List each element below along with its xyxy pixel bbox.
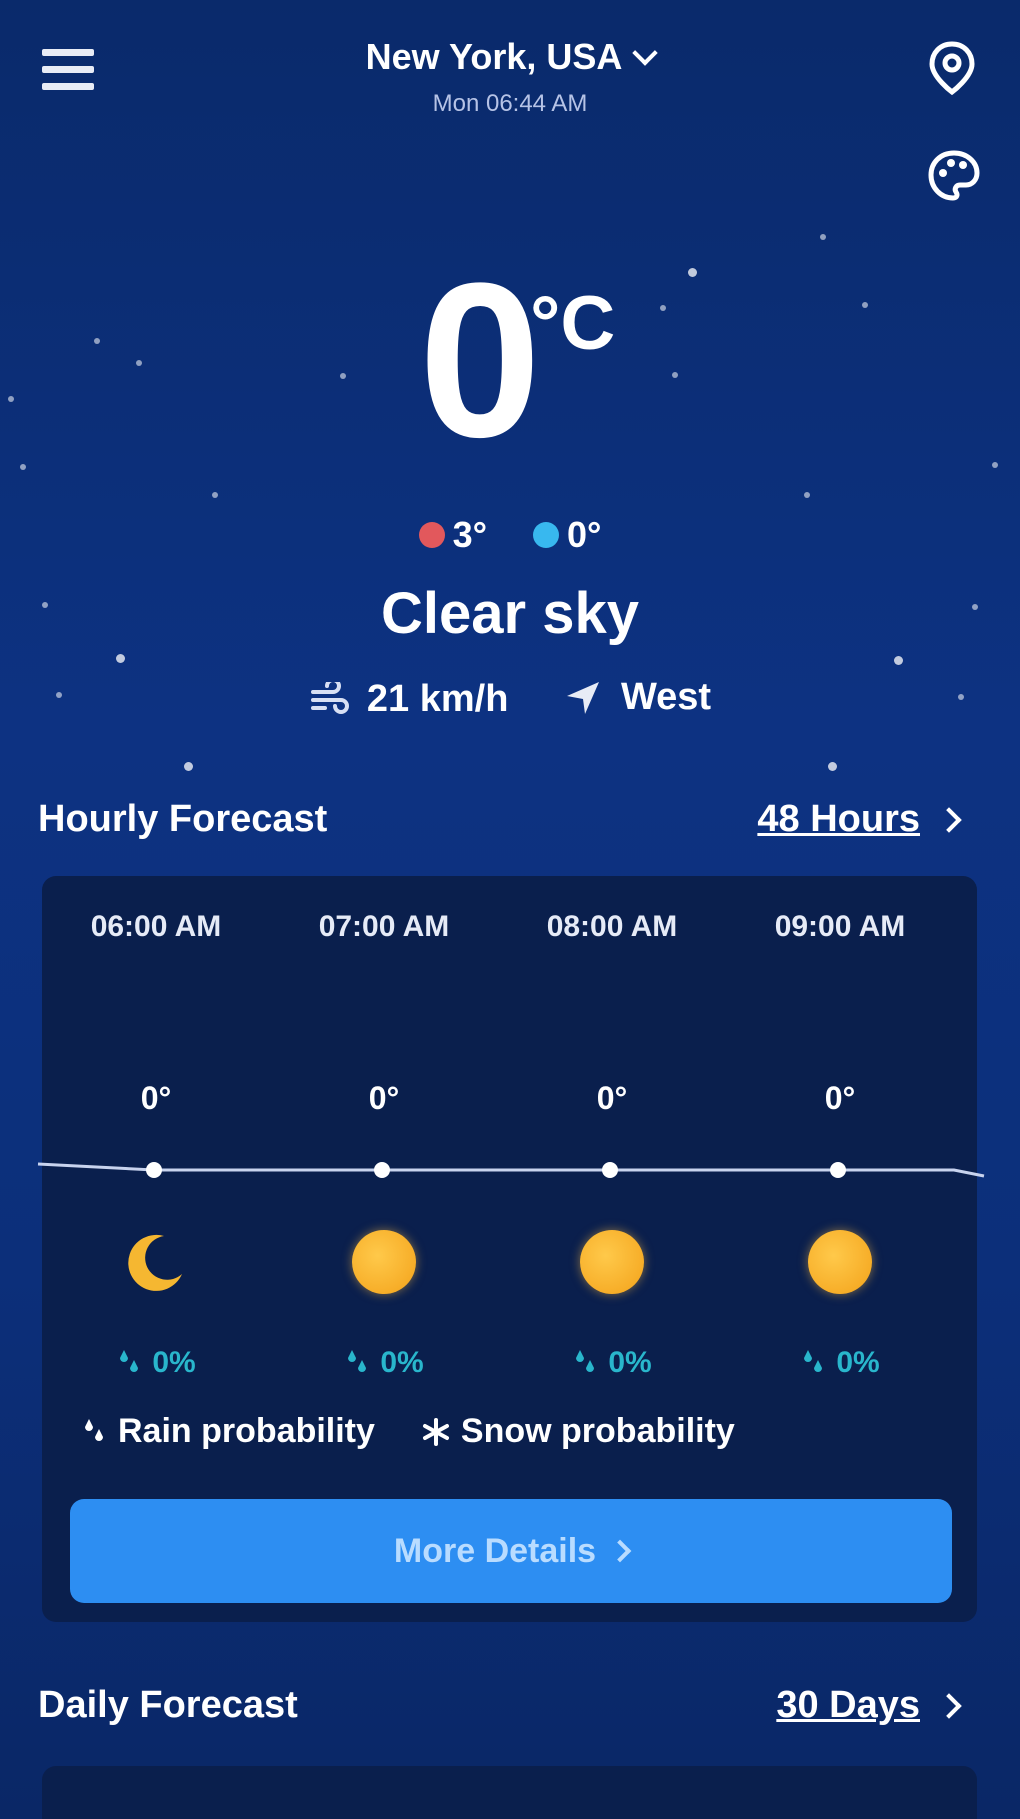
hourly-temperature-line [37,1162,985,1178]
raindrops-icon [576,1350,595,1372]
temperature-unit: °C [530,281,616,366]
wind-speed: 21 km/h [309,678,509,721]
wind-speed-value: 21 km/h [366,678,509,720]
hour-temp: 0° [596,1080,628,1116]
star-decoration [820,234,826,240]
raindrops-icon [85,1418,103,1441]
weather-screen: New York, USA Mon 06:44 AM 0 °C 3° 0° Cl… [0,0,1020,1819]
star-decoration [828,762,837,771]
sun-icon [808,1230,872,1294]
high-low-row: 3° 0° [0,514,1020,557]
city-selector[interactable]: New York, USA [365,36,659,78]
location-pin-icon [929,41,975,96]
hourly-48-hours-link[interactable]: 48 Hours [757,798,962,841]
daily-forecast-title: Daily Forecast [38,1684,298,1726]
hour-time: 06:00 AM [90,910,222,943]
city-name: New York, USA [365,36,623,77]
precip-legend: Rain probability Snow probability [80,1412,735,1451]
hour-time: 07:00 AM [318,910,450,943]
star-decoration [894,656,903,665]
hour-precip: 0% [42,1346,270,1380]
snowflake-icon [422,1417,449,1446]
star-decoration [212,492,218,498]
wind-direction-value: West [620,676,712,718]
local-time: Mon 06:44 AM [432,90,588,117]
temp-point [830,1162,846,1178]
navigation-arrow-icon [566,681,599,714]
hourly-link-label: 48 Hours [757,798,920,840]
star-decoration [804,492,810,498]
high-temp-icon [418,522,445,548]
wind-icon [310,681,349,714]
hour-precip: 0% [498,1346,726,1380]
sun-icon [352,1230,416,1294]
hour-time: 08:00 AM [546,910,678,943]
hour-temp: 0° [824,1080,856,1116]
hourly-forecast-card: 06:00 AM 0° 0% 07:00 AM 0° 0% 08:00 AM 0… [42,876,977,1622]
star-decoration [184,762,193,771]
daily-30-days-link[interactable]: 30 Days [776,1684,962,1727]
snow-legend: Snow probability [421,1412,735,1451]
hour-precip-value: 0% [380,1346,424,1379]
hour-precip: 0% [270,1346,498,1380]
raindrops-icon [804,1350,823,1372]
hour-precip-value: 0% [608,1346,652,1379]
low-temp: 0° [533,514,601,556]
raindrops-icon [120,1350,139,1372]
hour-time: 09:00 AM [774,910,906,943]
daily-link-label: 30 Days [776,1684,920,1726]
weather-condition: Clear sky [381,581,639,646]
location-header: New York, USA Mon 06:44 AM [0,36,1020,118]
moon-icon [124,1230,188,1294]
sun-icon [580,1230,644,1294]
daily-forecast-card [42,1766,977,1819]
temp-point [374,1162,390,1178]
snow-legend-label: Snow probability [460,1412,735,1450]
hour-precip: 0% [726,1346,954,1380]
temp-point [146,1162,162,1178]
rain-legend-label: Rain probability [118,1412,375,1450]
rain-legend: Rain probability [80,1412,375,1451]
hour-precip-value: 0% [836,1346,880,1379]
chevron-right-icon [936,1692,962,1719]
location-pin-button[interactable] [926,40,978,96]
low-temp-value: 0° [567,514,602,555]
chevron-right-icon [608,1539,632,1563]
wind-direction: West [563,676,711,719]
temp-point [602,1162,618,1178]
hour-temp: 0° [140,1080,172,1116]
high-temp: 3° [418,514,487,556]
palette-icon [928,150,980,201]
raindrops-icon [348,1350,367,1372]
theme-button[interactable] [926,148,982,204]
chevron-down-icon [632,40,659,66]
hour-precip-value: 0% [152,1346,196,1379]
hourly-forecast-title: Hourly Forecast [38,798,328,840]
wind-row: 21 km/h West [0,676,1020,728]
low-temp-icon [533,522,559,548]
more-details-button[interactable]: More Details [70,1499,952,1603]
current-temperature: 0 °C [0,250,1020,470]
star-decoration [116,654,125,663]
temperature-value: 0 [418,237,542,483]
chevron-right-icon [936,806,962,833]
more-details-label: More Details [393,1531,597,1570]
hour-temp: 0° [368,1080,400,1116]
high-temp-value: 3° [452,514,487,555]
